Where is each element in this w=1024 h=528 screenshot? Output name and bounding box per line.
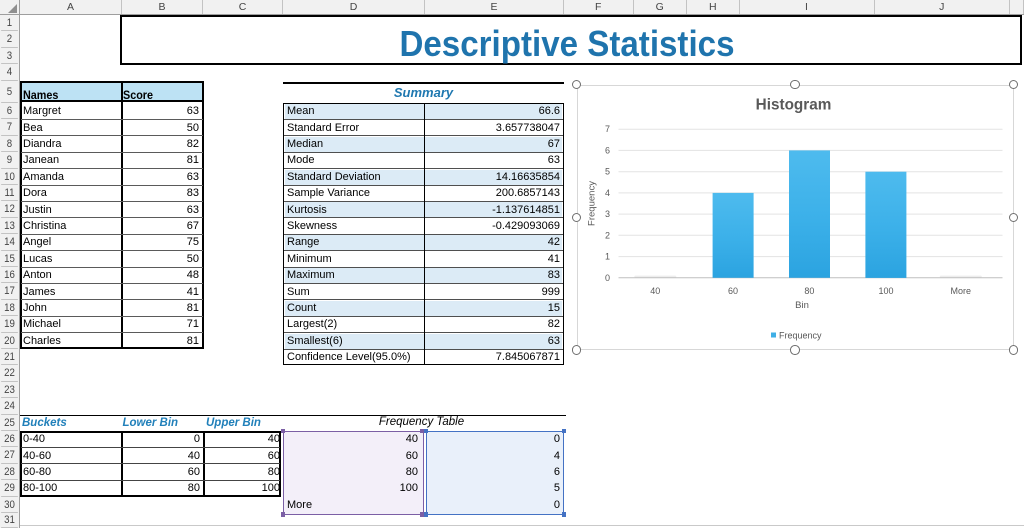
svg-text:1: 1 bbox=[604, 251, 609, 261]
svg-text:5: 5 bbox=[604, 166, 609, 176]
svg-text:3: 3 bbox=[604, 209, 609, 219]
svg-text:2: 2 bbox=[604, 230, 609, 240]
svg-text:60: 60 bbox=[727, 286, 737, 296]
svg-text:6: 6 bbox=[604, 145, 609, 155]
svg-text:Histogram: Histogram bbox=[755, 96, 831, 113]
svg-text:40: 40 bbox=[650, 286, 660, 296]
svg-text:4: 4 bbox=[604, 187, 609, 197]
svg-text:Frequency: Frequency bbox=[586, 180, 597, 225]
svg-text:More: More bbox=[950, 286, 971, 296]
svg-text:0: 0 bbox=[604, 272, 609, 282]
svg-text:Frequency: Frequency bbox=[779, 330, 822, 340]
svg-text:80: 80 bbox=[804, 286, 814, 296]
svg-text:7: 7 bbox=[604, 124, 609, 134]
svg-text:Bin: Bin bbox=[795, 300, 809, 311]
svg-text:100: 100 bbox=[878, 286, 893, 296]
